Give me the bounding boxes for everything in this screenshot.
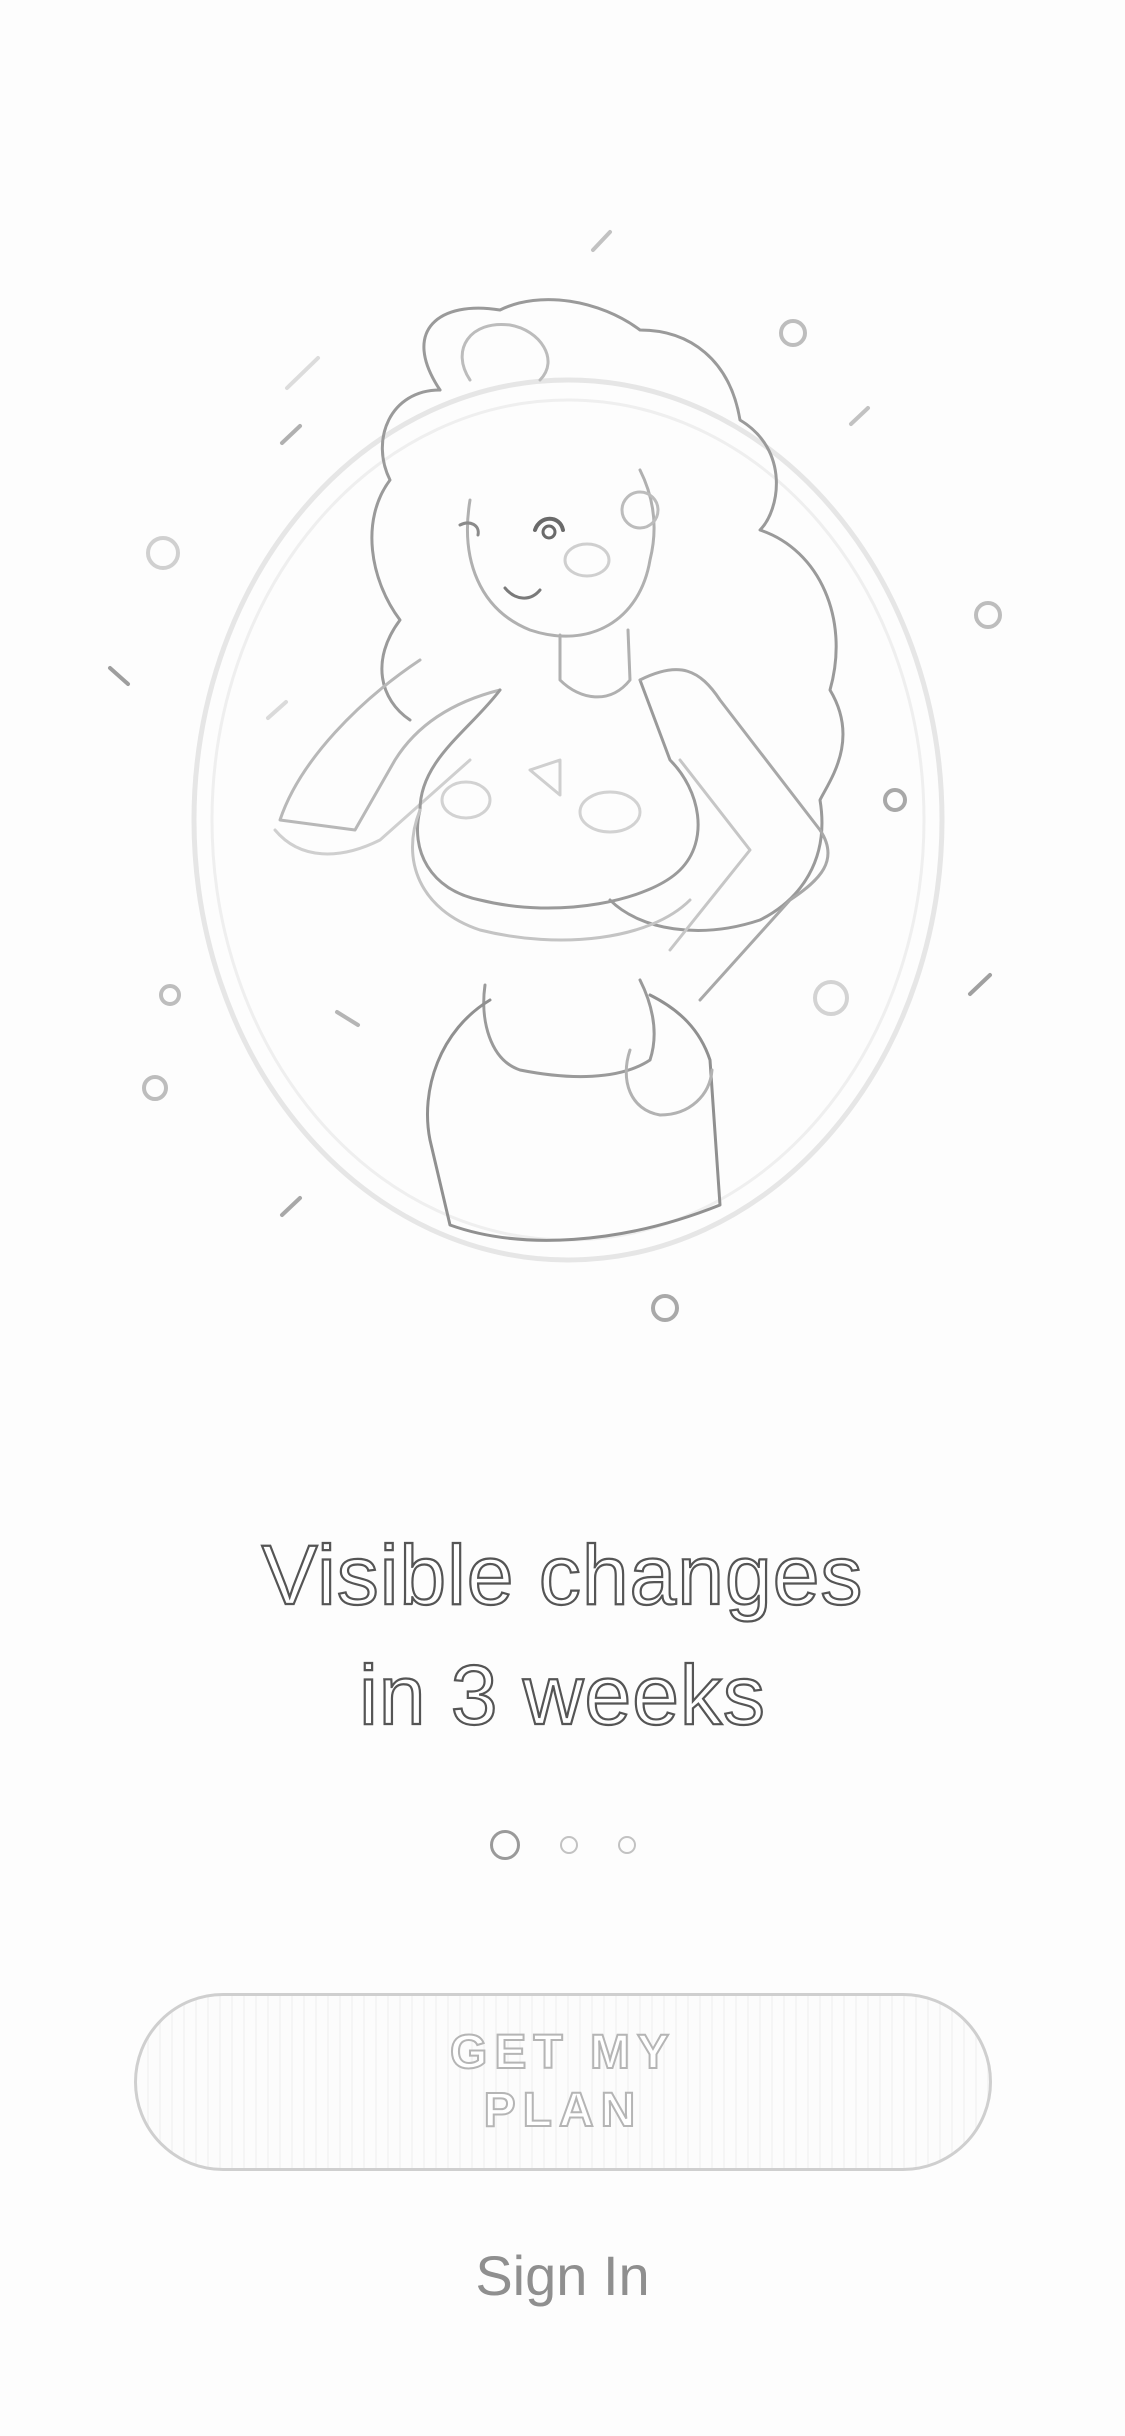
page-indicator	[0, 1828, 1125, 1862]
page-dot-2[interactable]	[559, 1836, 578, 1854]
oval-frame-inner	[210, 398, 926, 1242]
decor-circles	[142, 319, 1002, 1322]
woman-illustration	[108, 230, 1002, 1322]
onboarding-headline: Visible changes in 3 weeks	[0, 1515, 1125, 1755]
page-dot-3[interactable]	[617, 1836, 636, 1854]
oval-frame-outer	[191, 377, 945, 1263]
headline-line-1: Visible changes	[260, 1527, 864, 1623]
get-my-plan-label: GET MY PLAN	[449, 2025, 676, 2138]
sign-in-link[interactable]: Sign In	[0, 2238, 1125, 2314]
headline-line-2: in 3 weeks	[358, 1647, 766, 1743]
get-my-plan-button[interactable]: GET MY PLAN	[134, 1993, 992, 2171]
page-dot-1-active[interactable]	[489, 1830, 520, 1860]
